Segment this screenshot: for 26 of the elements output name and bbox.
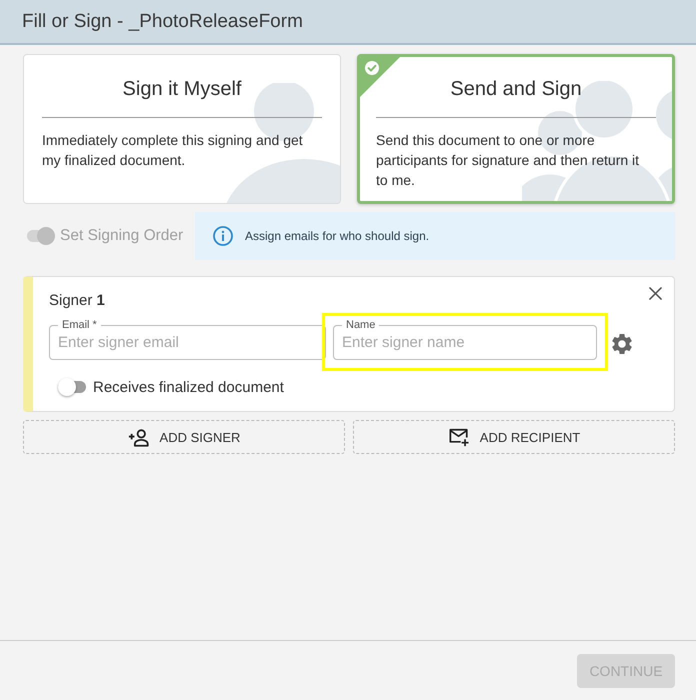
person-plus-icon: [128, 428, 150, 446]
add-signer-button[interactable]: ADD SIGNER: [23, 420, 345, 454]
add-recipient-button[interactable]: ADD RECIPIENT: [353, 420, 675, 454]
toggle-switch[interactable]: [58, 377, 86, 397]
field-label: Name: [345, 319, 376, 331]
input-field[interactable]: Name Enter signer name: [333, 319, 597, 360]
input-field[interactable]: Email * Enter signer email: [49, 319, 326, 360]
toggle-label: Set Signing Order: [60, 227, 184, 245]
selected-check-icon: [360, 57, 400, 97]
option-title: Sign it Myself: [122, 77, 242, 101]
option-title: Send and Sign: [449, 77, 583, 101]
close-icon[interactable]: [649, 287, 662, 300]
info-text: Assign emails for who should sign.: [245, 229, 430, 243]
sign-option-card[interactable]: Send and Sign Send this document to one or more participants for signature and then return it to me.: [357, 54, 675, 204]
field-label: Email *: [61, 319, 98, 331]
toggle-label: Receives finalized document: [93, 378, 284, 396]
settings-icon[interactable]: [612, 334, 632, 354]
envelope-plus-icon: [448, 428, 470, 446]
option-description: Immediately complete this signing and get my finalized document.: [42, 131, 304, 170]
sign-option-card[interactable]: Sign it Myself Immediately complete this signing and get my finalized document.: [23, 54, 341, 204]
text-input[interactable]: Enter signer name: [342, 331, 588, 359]
option-description: Send this document to one or more participants for signature and then return it to me.: [376, 131, 640, 190]
text-input[interactable]: Enter signer email: [58, 331, 317, 359]
signer-title: Signer 1: [49, 292, 105, 310]
info-icon: [213, 226, 233, 246]
window-title: Fill or Sign - _PhotoReleaseForm: [22, 10, 303, 32]
